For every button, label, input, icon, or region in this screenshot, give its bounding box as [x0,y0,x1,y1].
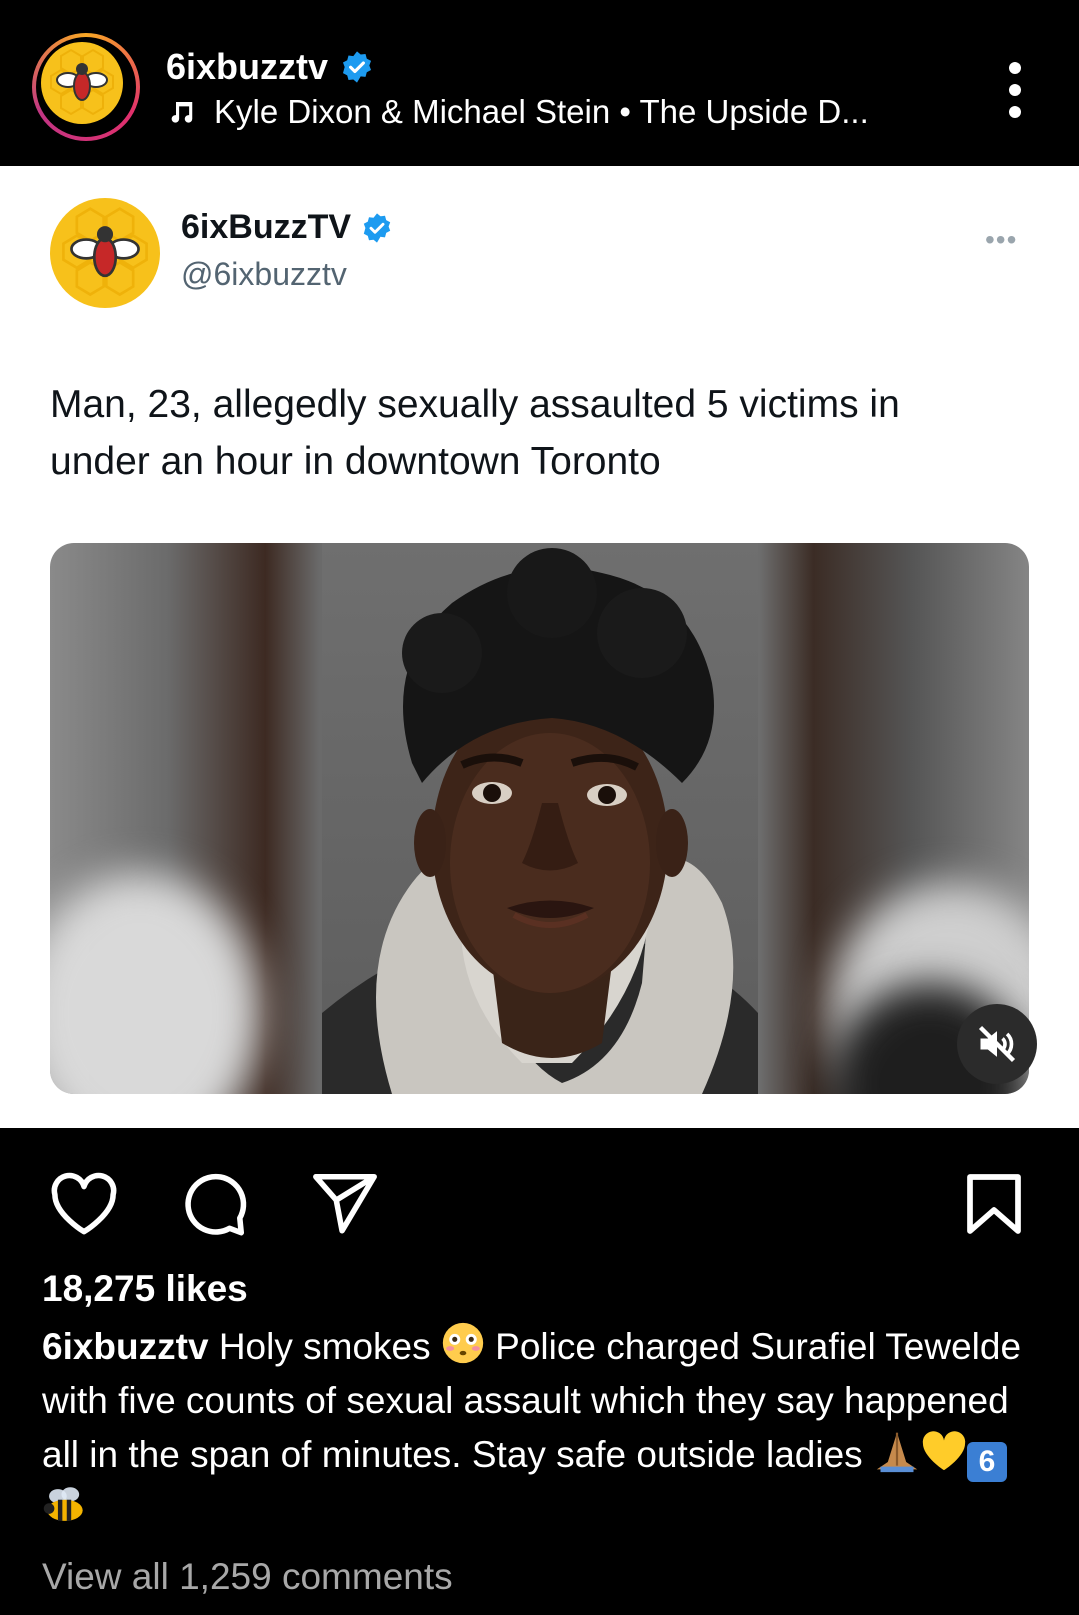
tweet-avatar [50,198,160,308]
keycap-six-emoji-icon: 6 [966,1442,1007,1482]
more-options-icon[interactable] [1000,62,1030,118]
bee-logo-icon [41,42,123,124]
caption-text-1: Holy smokes [208,1326,441,1367]
music-track-label: Kyle Dixon & Michael Stein • The Upside … [214,93,869,130]
bee-logo-icon [62,207,148,297]
header-username[interactable]: 6ixbuzztv [166,46,328,88]
tweet-display-name: 6ixBuzzTV [181,208,352,246]
bookmark-icon[interactable] [964,1170,1024,1238]
post-caption: 6ixbuzztv Holy smokes Police charged Sur… [42,1320,1042,1536]
folded-hands-emoji-icon [876,1432,918,1473]
yellow-heart-emoji-icon [922,1431,966,1471]
mugshot-photo [322,543,758,1094]
tweet-text: Man, 23, allegedly sexually assaulted 5 … [50,383,900,483]
post-header: 6ixbuzztv Kyle Dixon & Michael Stein • T… [0,0,1079,166]
tweet-more-icon: ••• [985,224,1018,255]
heart-icon[interactable] [48,1172,120,1236]
muted-speaker-icon[interactable] [957,1004,1037,1084]
music-note-icon [171,102,193,123]
comment-icon[interactable] [180,1170,250,1240]
flushed-face-emoji-icon [442,1322,484,1364]
tweet-handle: @6ixbuzztv [181,256,347,292]
profile-avatar[interactable] [32,33,140,141]
verified-badge-icon [363,212,391,243]
post-footer: 18,275 likes 6ixbuzztv Holy smokes Polic… [0,1128,1079,1615]
caption-username[interactable]: 6ixbuzztv [42,1326,209,1367]
send-icon[interactable] [310,1170,380,1236]
bee-emoji-icon [43,1487,83,1521]
view-all-comments-link[interactable]: View all 1,259 comments [42,1556,453,1598]
tweet-card: 6ixBuzzTV @6ixbuzztv ••• Man, 23, allege… [0,166,1079,1128]
tweet-display-name-row: 6ixBuzzTV [181,208,393,247]
music-row[interactable]: Kyle Dixon & Michael Stein • The Upside … [166,93,869,131]
like-count[interactable]: 18,275 likes [42,1268,248,1310]
tweet-media [50,543,1029,1094]
header-username-row[interactable]: 6ixbuzztv [166,46,374,88]
verified-badge-icon [343,51,372,83]
